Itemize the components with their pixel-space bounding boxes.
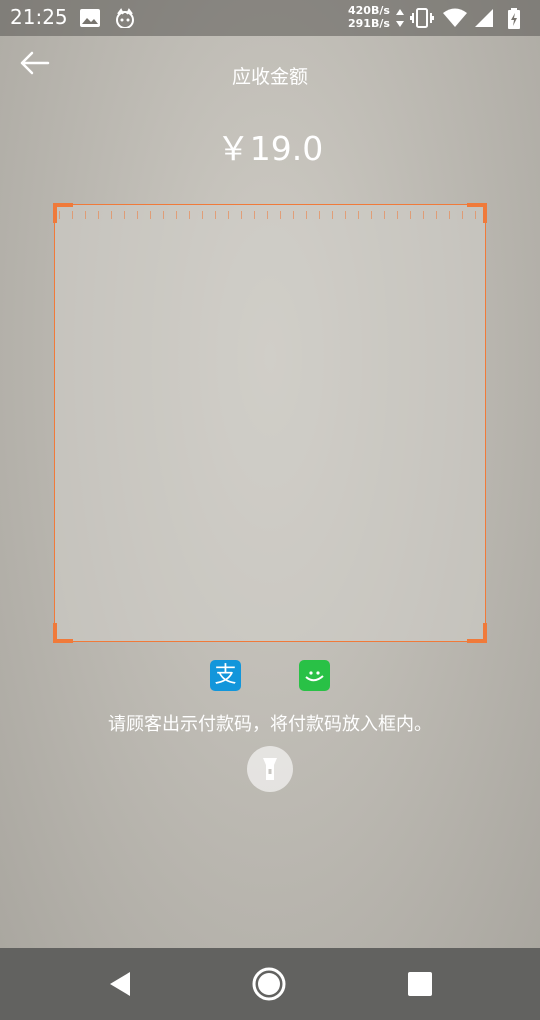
system-nav-bar [0,948,540,1020]
alipay-icon: 支 [210,660,241,691]
flashlight-toggle-button[interactable] [247,746,293,792]
frame-corner-top-right [467,203,487,223]
frame-corner-bottom-right [467,623,487,643]
wechat-pay-icon [299,660,330,691]
frame-corner-top-left [53,203,73,223]
page-title: 应收金额 [231,66,308,88]
net-down-text: 291B/s [348,17,390,30]
status-time: 21:25 [10,5,68,29]
back-triangle-icon[interactable] [102,966,138,1002]
image-icon [80,9,100,27]
receivable-amount: ￥19.0 [216,129,324,168]
home-circle-icon[interactable] [251,966,287,1002]
payment-methods: 支 [0,660,540,692]
network-speed: 420B/s 291B/s [348,4,390,30]
flashlight-icon [263,758,277,780]
status-bar: 21:25 420B/s 291B/s [0,0,540,36]
wifi-icon [443,8,467,27]
scan-hint: 请顾客出示付款码，将付款码放入框内。 [108,714,432,735]
data-arrows-icon [396,9,404,27]
signal-icon [475,9,493,27]
frame-corner-bottom-left [53,623,73,643]
recents-square-icon[interactable] [402,966,438,1002]
battery-charging-icon [508,8,520,29]
vibrate-icon [410,8,434,28]
net-up-text: 420B/s [348,4,390,17]
scan-frame [53,203,487,643]
scan-line [59,211,479,219]
app-notification-icon [116,8,134,28]
